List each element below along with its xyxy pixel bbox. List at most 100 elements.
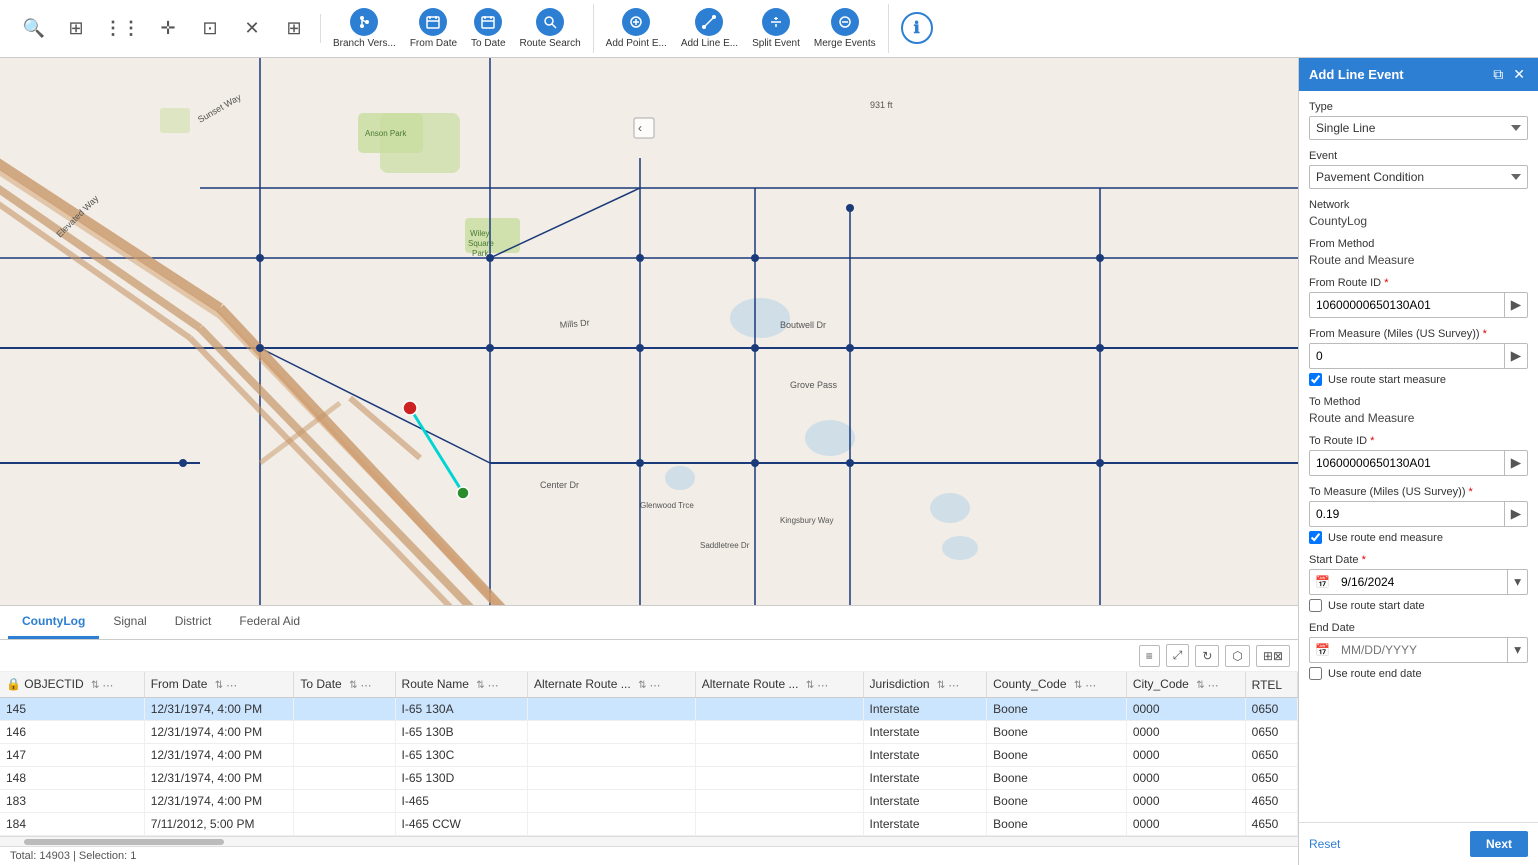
tab-district[interactable]: District [161, 606, 226, 639]
end-date-label: End Date [1309, 622, 1528, 634]
to-route-id-label: To Route ID * [1309, 435, 1528, 447]
table-export-button[interactable]: ⬡ [1225, 645, 1249, 667]
to-route-id-nav[interactable]: ▶ [1504, 451, 1527, 475]
map-view[interactable]: Wiley Square Park Anson Park [0, 58, 1298, 605]
menu-from-date[interactable]: ⋯ [226, 679, 237, 692]
start-date-input[interactable] [1335, 571, 1507, 593]
table-row[interactable]: 14612/31/1974, 4:00 PMI-65 130BInterstat… [0, 721, 1298, 744]
sort-city[interactable]: ⇅ [1196, 680, 1204, 691]
search-tool[interactable]: 🔍 [14, 14, 54, 43]
next-button[interactable]: Next [1470, 831, 1528, 857]
to-measure-input[interactable] [1310, 503, 1504, 525]
from-measure-input-row: ▶ [1309, 343, 1528, 369]
table-filter-button[interactable]: ≡ [1139, 645, 1160, 667]
col-header-objectid: 🔒 OBJECTID ⇅ ⋯ [0, 672, 144, 698]
select-tool[interactable]: ✛ [148, 14, 188, 43]
panel-header-buttons: ⧉ ✕ [1490, 66, 1528, 83]
to-route-id-input[interactable] [1310, 452, 1504, 474]
table-row[interactable]: 14812/31/1974, 4:00 PMI-65 130DInterstat… [0, 767, 1298, 790]
table-expand-button[interactable]: ⤢ [1166, 644, 1190, 667]
more-tool[interactable]: ⊞ [274, 14, 314, 43]
menu-alt1[interactable]: ⋯ [649, 679, 660, 692]
end-date-input-row: 📅 ▾ [1309, 637, 1528, 663]
scrollbar-thumb[interactable] [24, 839, 224, 845]
table-view-toggle-button[interactable]: ⊞⊠ [1256, 645, 1290, 667]
sort-from-date[interactable]: ⇅ [215, 680, 223, 691]
clear-tool[interactable]: ✕ [232, 14, 272, 43]
use-end-date-row: Use route end date [1309, 667, 1528, 680]
svg-text:Glenwood Trce: Glenwood Trce [640, 501, 694, 510]
panel-close-button[interactable]: ✕ [1510, 66, 1528, 83]
menu-jurisdiction[interactable]: ⋯ [948, 679, 959, 692]
grid-tool[interactable]: ⋮⋮ [98, 14, 146, 43]
network-value: CountyLog [1309, 214, 1528, 228]
from-route-id-input[interactable] [1310, 294, 1504, 316]
from-date-button[interactable]: From Date [404, 4, 463, 53]
menu-objectid[interactable]: ⋯ [102, 679, 113, 692]
add-point-event-button[interactable]: Add Point E... [600, 4, 673, 53]
table-refresh-button[interactable]: ↻ [1195, 645, 1219, 667]
menu-county[interactable]: ⋯ [1085, 679, 1096, 692]
sort-county[interactable]: ⇅ [1074, 680, 1082, 691]
table-row[interactable]: 14712/31/1974, 4:00 PMI-65 130CInterstat… [0, 744, 1298, 767]
to-method-label: To Method [1309, 396, 1528, 408]
use-end-measure-checkbox[interactable] [1309, 531, 1322, 544]
sort-to-date[interactable]: ⇅ [349, 680, 357, 691]
select2-tool[interactable]: ⊡ [190, 14, 230, 43]
branch-vers-button[interactable]: Branch Vers... [327, 4, 402, 53]
end-date-input[interactable] [1335, 639, 1507, 661]
from-route-id-nav[interactable]: ▶ [1504, 293, 1527, 317]
sort-alt2[interactable]: ⇅ [806, 680, 814, 691]
panel-title: Add Line Event [1309, 67, 1404, 82]
use-start-date-row: Use route start date [1309, 599, 1528, 612]
use-start-date-checkbox[interactable] [1309, 599, 1322, 612]
sort-route-name[interactable]: ⇅ [476, 680, 484, 691]
field-event: Event Pavement Condition [1309, 150, 1528, 189]
panel-restore-button[interactable]: ⧉ [1490, 66, 1506, 83]
col-header-city-code: City_Code ⇅ ⋯ [1126, 672, 1245, 698]
table-row[interactable]: 1847/11/2012, 5:00 PMI-465 CCWInterstate… [0, 813, 1298, 836]
table-row[interactable]: 14512/31/1974, 4:00 PMI-65 130AInterstat… [0, 698, 1298, 721]
split-event-button[interactable]: Split Event [746, 4, 806, 53]
to-date-button[interactable]: To Date [465, 4, 511, 53]
layers-tool[interactable]: ⊞ [56, 14, 96, 43]
tab-countylog[interactable]: CountyLog [8, 606, 99, 639]
from-measure-nav[interactable]: ▶ [1504, 344, 1527, 368]
main-area: Wiley Square Park Anson Park [0, 58, 1538, 865]
merge-events-button[interactable]: Merge Events [808, 4, 882, 53]
col-header-jurisdiction: Jurisdiction ⇅ ⋯ [863, 672, 987, 698]
end-date-dropdown[interactable]: ▾ [1507, 638, 1527, 662]
use-end-date-checkbox[interactable] [1309, 667, 1322, 680]
event-select[interactable]: Pavement Condition [1309, 165, 1528, 189]
menu-route-name[interactable]: ⋯ [488, 679, 499, 692]
status-bar: Total: 14903 | Selection: 1 [0, 846, 1298, 865]
to-measure-label: To Measure (Miles (US Survey)) * [1309, 486, 1528, 498]
to-measure-nav[interactable]: ▶ [1504, 502, 1527, 526]
svg-text:‹: ‹ [638, 121, 642, 135]
table-row[interactable]: 18312/31/1974, 4:00 PMI-465InterstateBoo… [0, 790, 1298, 813]
add-line-event-button[interactable]: Add Line E... [675, 4, 744, 53]
map-container[interactable]: Wiley Square Park Anson Park [0, 58, 1298, 865]
info-button[interactable]: ℹ [895, 8, 939, 50]
from-measure-input[interactable] [1310, 345, 1504, 367]
sort-alt1[interactable]: ⇅ [638, 680, 646, 691]
menu-alt2[interactable]: ⋯ [817, 679, 828, 692]
start-date-dropdown[interactable]: ▾ [1507, 570, 1527, 594]
use-start-measure-checkbox[interactable] [1309, 373, 1322, 386]
menu-to-date[interactable]: ⋯ [360, 679, 371, 692]
route-search-button[interactable]: Route Search [514, 4, 587, 53]
tab-signal[interactable]: Signal [99, 606, 160, 639]
horizontal-scrollbar[interactable] [0, 836, 1298, 846]
field-from-measure: From Measure (Miles (US Survey)) * ▶ Use… [1309, 328, 1528, 386]
sort-objectid[interactable]: ⇅ [91, 680, 99, 691]
from-method-label: From Method [1309, 238, 1528, 250]
type-select[interactable]: Single LineMultiple Lines [1309, 116, 1528, 140]
field-from-route-id: From Route ID * ▶ [1309, 277, 1528, 318]
table-toolbar: ≡ ⤢ ↻ ⬡ ⊞⊠ [0, 640, 1298, 672]
reset-button[interactable]: Reset [1309, 837, 1340, 851]
menu-city[interactable]: ⋯ [1208, 679, 1219, 692]
field-from-method: From Method Route and Measure [1309, 238, 1528, 267]
sort-jurisdiction[interactable]: ⇅ [937, 680, 945, 691]
from-measure-label: From Measure (Miles (US Survey)) * [1309, 328, 1528, 340]
tab-federal-aid[interactable]: Federal Aid [225, 606, 314, 639]
